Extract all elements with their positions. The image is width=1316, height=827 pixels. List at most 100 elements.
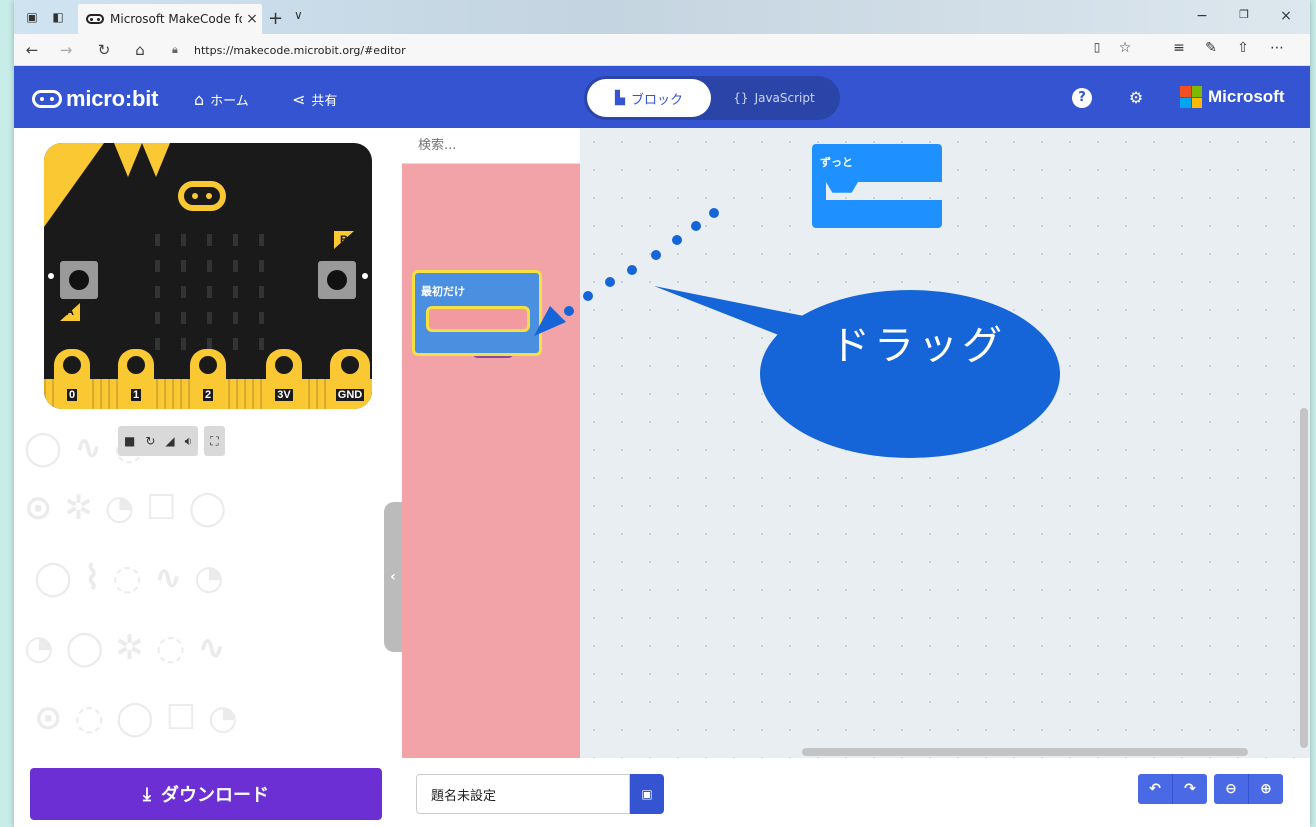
tab-actions-icon[interactable]: ▣ (24, 9, 40, 25)
new-tab-button[interactable]: + (268, 8, 283, 29)
browser-window: ▣ ◧ Microsoft MakeCode fo × + ∨ − ❐ × ← … (14, 0, 1310, 827)
pin-0-label: 0 (66, 389, 78, 401)
undo-icon[interactable]: ↶ (1138, 774, 1172, 804)
board-side-dot (362, 273, 368, 279)
slow-motion-icon[interactable]: ◢ (165, 434, 174, 448)
simulator-panel: ◯ ∿ ◌ ⌁ ⊙ ✲ ◔ ☐ ◯ ◯ ⌇ ◌ ∿ ◔ ◔ ◯ ✲ ◌ ∿ ⊙ … (14, 128, 402, 758)
pin-gnd-label: GND (335, 389, 365, 401)
zoom-out-icon[interactable]: ⊖ (1214, 774, 1248, 804)
tab-menu-icon[interactable]: ∨ (294, 8, 303, 22)
minimize-button[interactable]: − (1192, 8, 1212, 24)
button-a[interactable] (60, 261, 98, 299)
download-button[interactable]: ⤓ ダウンロード (30, 768, 382, 820)
microbit-board[interactable]: A B 0 1 2 3V GND (44, 143, 372, 409)
pin-1[interactable]: 1 (118, 349, 154, 409)
url-text: https://makecode.microbit.org/#editor (194, 43, 406, 57)
board-side-dot (48, 273, 54, 279)
vertical-scrollbar[interactable] (1300, 408, 1308, 748)
tab-blocks[interactable]: ▙ ブロック (587, 79, 711, 117)
zoom-in-icon[interactable]: ⊕ (1249, 774, 1283, 804)
on-start-block-slot (426, 306, 530, 332)
board-corner-decoration (44, 143, 104, 227)
pin-3v-label: 3V (275, 389, 293, 401)
undo-redo-group: ↶ ↷ (1138, 774, 1207, 804)
share-button[interactable]: ⋖ 共有 (292, 90, 337, 109)
lock-icon: 🔒︎ (172, 43, 178, 56)
sound-icon[interactable]: 🔉︎ (185, 434, 193, 449)
button-b-label: B (334, 231, 354, 249)
gear-icon[interactable]: ⚙ (1126, 88, 1146, 108)
fullscreen-icon[interactable]: ⛶ (210, 434, 218, 449)
home-icon: ⌂ (194, 90, 205, 109)
download-icon: ⤓ (143, 783, 151, 805)
microsoft-squares-icon (1180, 86, 1202, 108)
forever-block[interactable]: ずっと (812, 144, 942, 228)
microbit-logo[interactable]: micro:bit (32, 86, 159, 112)
toolbox-search: ⌕ (402, 128, 596, 164)
microbit-face-logo (178, 181, 226, 211)
microsoft-label: Microsoft (1208, 87, 1285, 106)
reading-view-icon[interactable]: ▯ (1086, 40, 1108, 54)
home-button[interactable]: ⌂ ホーム (194, 90, 249, 109)
share-label: 共有 (311, 94, 338, 109)
zoom-group: ⊖ ⊕ (1214, 774, 1283, 804)
toolbox: ⌕ (402, 128, 596, 758)
forever-block-side (812, 182, 826, 202)
address-bar: ← → ↻ ⌂ 🔒︎ https://makecode.microbit.org… (14, 34, 1310, 66)
pin-1-label: 1 (130, 389, 142, 401)
simulator-controls: ■ ↻ ◢ 🔉︎ ⛶ (118, 426, 225, 456)
back-arrow-icon[interactable]: ← (22, 40, 42, 60)
favorites-list-icon[interactable]: ≡ (1168, 40, 1190, 56)
share-icon: ⋖ (292, 90, 306, 109)
javascript-label: JavaScript (754, 91, 815, 105)
pin-2-label: 2 (202, 389, 214, 401)
close-window-button[interactable]: × (1276, 8, 1296, 24)
tab-javascript[interactable]: {} JavaScript (714, 79, 834, 117)
home-icon[interactable]: ⌂ (130, 40, 150, 60)
project-name-input[interactable] (416, 774, 630, 814)
horizontal-scrollbar[interactable] (802, 748, 1248, 756)
pin-0[interactable]: 0 (54, 349, 90, 409)
set-aside-tabs-icon[interactable]: ◧ (50, 9, 66, 25)
home-label: ホーム (210, 94, 249, 109)
background-pattern: ◔ ◯ ✲ ◌ ∿ (24, 628, 226, 668)
tab-close-icon[interactable]: × (242, 11, 262, 27)
callout-text: ドラッグ (830, 323, 1006, 369)
browser-tab[interactable]: Microsoft MakeCode fo × (78, 4, 262, 34)
refresh-icon[interactable]: ↻ (94, 40, 114, 60)
favorite-star-icon[interactable]: ☆ (1114, 40, 1136, 56)
background-pattern: ◯ ⌇ ◌ ∿ ◔ (34, 558, 224, 598)
code-braces-icon: {} (733, 91, 749, 105)
save-button[interactable]: ▣ (630, 774, 664, 814)
forward-arrow-icon[interactable]: → (56, 40, 76, 60)
bottom-bar: ⤓ ダウンロード ▣ ↶ ↷ ⊖ ⊕ (14, 758, 1310, 827)
more-options-icon[interactable]: ⋯ (1266, 40, 1288, 56)
microsoft-logo[interactable]: Microsoft (1180, 86, 1285, 108)
blocks-label: ブロック (630, 92, 683, 108)
logo-text: micro:bit (66, 86, 159, 111)
puzzle-piece-icon: ▙ (614, 90, 625, 106)
forever-block-bottom (812, 200, 942, 228)
search-input[interactable] (418, 138, 588, 153)
help-icon[interactable]: ? (1072, 88, 1092, 108)
pin-3v[interactable]: 3V (266, 349, 302, 409)
blocks-workspace[interactable]: ずっと (580, 128, 1310, 758)
background-pattern: ⊙ ◌ ◯ ☐ ◔ (34, 698, 238, 738)
button-b[interactable] (318, 261, 356, 299)
pin-gnd[interactable]: GND (330, 349, 370, 409)
simulator-main-controls: ■ ↻ ◢ 🔉︎ (118, 426, 199, 456)
led-matrix (144, 227, 274, 357)
redo-icon[interactable]: ↷ (1173, 774, 1207, 804)
background-pattern: ⊙ ✲ ◔ ☐ ◯ (24, 488, 227, 528)
stop-icon[interactable]: ■ (124, 434, 135, 448)
share-page-icon[interactable]: ⇧ (1232, 40, 1254, 56)
collapse-simulator-handle[interactable]: ‹ (384, 502, 402, 652)
restart-icon[interactable]: ↻ (145, 434, 155, 448)
microbit-logo-icon (32, 90, 62, 108)
restore-button[interactable]: ❐ (1234, 8, 1254, 21)
board-corner-decoration (142, 143, 170, 177)
on-start-block[interactable]: 最初だけ (412, 270, 542, 356)
pin-2[interactable]: 2 (190, 349, 226, 409)
pen-icon[interactable]: ✎ (1200, 40, 1222, 56)
board-corner-decoration (114, 143, 142, 177)
